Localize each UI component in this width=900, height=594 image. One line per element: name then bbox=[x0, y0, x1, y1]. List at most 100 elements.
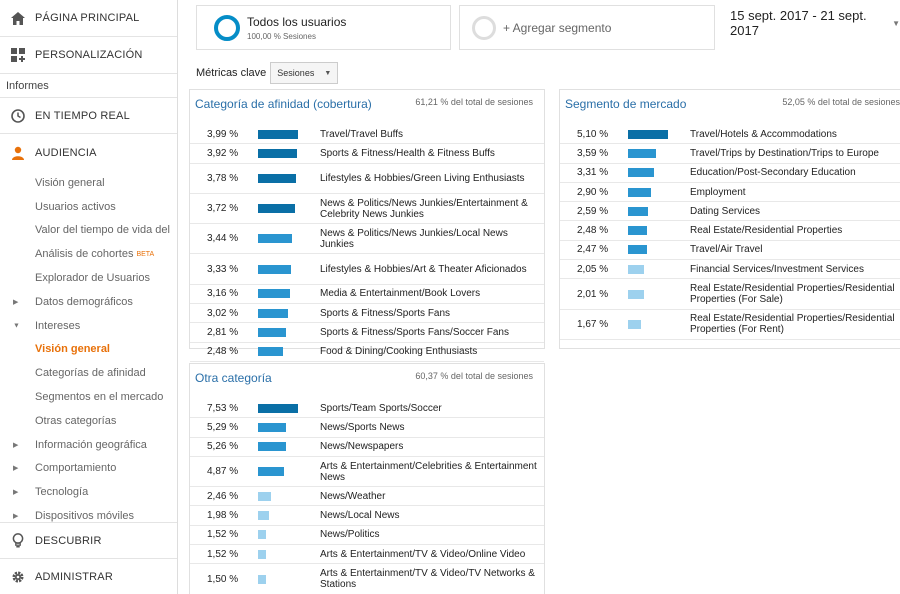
table-row: 7,53 % Sports/Team Sports/Soccer bbox=[190, 399, 544, 419]
row-label[interactable]: News/Weather bbox=[320, 491, 544, 502]
sidebar-subitem-label: Explorador de Usuarios bbox=[35, 272, 150, 285]
chevron-down-icon: ▼ bbox=[892, 18, 900, 28]
row-label[interactable]: Real Estate/Residential Properties bbox=[690, 225, 900, 236]
sidebar-subitem[interactable]: Explorador de Usuarios bbox=[0, 266, 177, 290]
row-label[interactable]: Real Estate/Residential Properties/Resid… bbox=[690, 313, 900, 335]
row-label[interactable]: News/Local News bbox=[320, 510, 544, 521]
row-label[interactable]: Education/Post-Secondary Education bbox=[690, 167, 900, 178]
row-bar bbox=[628, 206, 648, 216]
segment-all-users[interactable]: Todos los usuarios 100,00 % Sesiones bbox=[196, 5, 451, 50]
row-label[interactable]: News/Politics bbox=[320, 529, 544, 540]
table-row: 3,02 % Sports & Fitness/Sports Fans bbox=[190, 304, 544, 324]
sidebar-subitem[interactable]: ▶ Información geográfica bbox=[0, 433, 177, 457]
nav-home[interactable]: PÁGINA PRINCIPAL bbox=[0, 0, 177, 37]
row-label[interactable]: Employment bbox=[690, 187, 900, 198]
table-row: 1,52 % Arts & Entertainment/TV & Video/On… bbox=[190, 545, 544, 565]
table-row: 2,05 % Financial Services/Investment Serv… bbox=[560, 260, 900, 280]
row-bar bbox=[258, 328, 286, 338]
sidebar-subitem[interactable]: ▶ Comportamiento bbox=[0, 457, 177, 481]
row-bar bbox=[258, 491, 271, 501]
metric-select-value: Sesiones bbox=[277, 68, 315, 78]
row-label[interactable]: Sports & Fitness/Sports Fans bbox=[320, 308, 544, 319]
row-bar bbox=[258, 264, 291, 274]
row-label[interactable]: Arts & Entertainment/Celebrities & Enter… bbox=[320, 461, 544, 483]
nav-home-label: PÁGINA PRINCIPAL bbox=[35, 12, 140, 24]
row-label[interactable]: News/Sports News bbox=[320, 422, 544, 433]
row-percent: 4,87 % bbox=[207, 466, 239, 478]
nav-realtime[interactable]: EN TIEMPO REAL bbox=[0, 97, 177, 134]
key-metrics-label: Métricas clave bbox=[196, 67, 267, 79]
sidebar-subitem[interactable]: Visión general bbox=[0, 338, 177, 362]
row-label[interactable]: Financial Services/Investment Services bbox=[690, 264, 900, 275]
table-row: 3,44 % News & Politics/News Junkies/Local… bbox=[190, 224, 544, 255]
nav-admin[interactable]: ADMINISTRAR bbox=[0, 558, 177, 594]
row-percent: 7,53 % bbox=[207, 402, 239, 414]
card-note: 61,21 % del total de sesiones bbox=[415, 97, 533, 107]
sidebar-subitem[interactable]: Segmentos en el mercado bbox=[0, 385, 177, 409]
row-label[interactable]: Lifestyles & Hobbies/Art & Theater Afici… bbox=[320, 264, 544, 275]
card-title[interactable]: Categoría de afinidad (cobertura) bbox=[195, 97, 372, 111]
sidebar-subitem[interactable]: Valor del tiempo de vida del bbox=[0, 219, 177, 243]
home-icon bbox=[0, 11, 35, 25]
add-segment-label: + Agregar segmento bbox=[503, 20, 612, 35]
table-row: 1,52 % News/Politics bbox=[190, 526, 544, 546]
sidebar-subitem[interactable]: Categorías de afinidad bbox=[0, 361, 177, 385]
table-row: 5,26 % News/Newspapers bbox=[190, 438, 544, 457]
table-row: 2,01 % Real Estate/Residential Properties… bbox=[560, 279, 900, 310]
row-bar bbox=[628, 148, 656, 158]
nav-discover-label: DESCUBRIR bbox=[35, 534, 102, 547]
dashboard-grid-icon bbox=[0, 48, 35, 62]
nav-audience[interactable]: AUDIENCIA bbox=[0, 134, 177, 171]
row-bar bbox=[258, 148, 297, 158]
sidebar-subitem-label: Usuarios activos bbox=[35, 200, 116, 213]
row-label[interactable]: Dating Services bbox=[690, 206, 900, 217]
sidebar-subitem[interactable]: Usuarios activos bbox=[0, 195, 177, 219]
row-label[interactable]: News & Politics/News Junkies/Local News … bbox=[320, 228, 544, 250]
sidebar-subitem[interactable]: Visión general bbox=[0, 171, 177, 195]
row-label[interactable]: Travel/Trips by Destination/Trips to Eur… bbox=[690, 148, 900, 159]
row-label[interactable]: News/Newspapers bbox=[320, 441, 544, 452]
row-percent: 2,81 % bbox=[207, 327, 239, 339]
row-bar bbox=[628, 289, 644, 299]
sidebar-subitem[interactable]: ▶ Datos demográficos bbox=[0, 290, 177, 314]
sidebar-subitem-label: Visión general bbox=[35, 343, 110, 356]
row-bar bbox=[258, 574, 266, 584]
row-label[interactable]: Arts & Entertainment/TV & Video/Online V… bbox=[320, 549, 544, 560]
reports-section-label: Informes bbox=[6, 79, 49, 92]
sidebar-subitem[interactable]: Otras categorías bbox=[0, 409, 177, 433]
table-row: 5,29 % News/Sports News bbox=[190, 418, 544, 438]
sidebar-bottom: DESCUBRIR ADMINISTRAR bbox=[0, 522, 177, 594]
row-bar bbox=[258, 204, 295, 214]
sidebar-subitem[interactable]: Análisis de cohortes BETA bbox=[0, 242, 177, 266]
sidebar-subitem[interactable]: ▼ Intereses bbox=[0, 314, 177, 338]
row-percent: 2,47 % bbox=[577, 244, 609, 256]
sidebar-subitem-label: Categorías de afinidad bbox=[35, 367, 146, 380]
row-label[interactable]: Lifestyles & Hobbies/Green Living Enthus… bbox=[320, 173, 544, 184]
row-label[interactable]: Travel/Travel Buffs bbox=[320, 129, 544, 140]
row-label[interactable]: Media & Entertainment/Book Lovers bbox=[320, 288, 544, 299]
date-range-picker[interactable]: 15 sept. 2017 - 21 sept. 2017 ▼ bbox=[730, 8, 900, 38]
row-label[interactable]: Travel/Hotels & Accommodations bbox=[690, 129, 900, 140]
row-label[interactable]: Real Estate/Residential Properties/Resid… bbox=[690, 283, 900, 305]
date-range-text: 15 sept. 2017 - 21 sept. 2017 bbox=[730, 8, 867, 38]
nav-discover[interactable]: DESCUBRIR bbox=[0, 522, 177, 558]
sidebar-subitem[interactable]: ▶ Tecnología bbox=[0, 480, 177, 504]
table-row: 3,59 % Travel/Trips by Destination/Trips … bbox=[560, 144, 900, 164]
nav-customization[interactable]: PERSONALIZACIÓN bbox=[0, 37, 177, 74]
table-row: 3,31 % Education/Post-Secondary Education bbox=[560, 164, 900, 183]
card-title[interactable]: Segmento de mercado bbox=[565, 97, 686, 111]
metric-select[interactable]: Sesiones ▼ bbox=[270, 62, 339, 84]
row-label[interactable]: Sports & Fitness/Health & Fitness Buffs bbox=[320, 148, 544, 159]
sidebar-subitem-label: Información geográfica bbox=[35, 438, 147, 451]
nav-admin-label: ADMINISTRAR bbox=[35, 570, 113, 583]
row-label[interactable]: Travel/Air Travel bbox=[690, 244, 900, 255]
row-label[interactable]: Sports & Fitness/Sports Fans/Soccer Fans bbox=[320, 327, 544, 338]
caret-down-icon: ▼ bbox=[13, 322, 20, 330]
row-label[interactable]: Arts & Entertainment/TV & Video/TV Netwo… bbox=[320, 568, 544, 590]
row-label[interactable]: Food & Dining/Cooking Enthusiasts bbox=[320, 346, 544, 357]
table-row: 3,92 % Sports & Fitness/Health & Fitness … bbox=[190, 144, 544, 164]
card-title[interactable]: Otra categoría bbox=[195, 371, 272, 385]
add-segment-button[interactable]: + Agregar segmento bbox=[459, 5, 715, 50]
row-label[interactable]: Sports/Team Sports/Soccer bbox=[320, 403, 544, 414]
row-label[interactable]: News & Politics/News Junkies/Entertainme… bbox=[320, 198, 544, 220]
